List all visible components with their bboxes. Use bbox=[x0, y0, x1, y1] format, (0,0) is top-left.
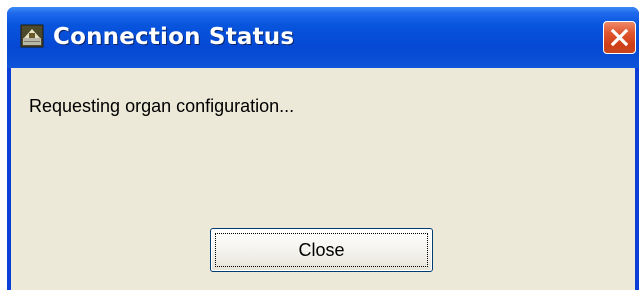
status-message: Requesting organ configuration... bbox=[29, 96, 295, 116]
dialog-body: Requesting organ configuration... Close bbox=[11, 68, 635, 290]
connection-status-window: Connection Status Requesting organ confi… bbox=[7, 7, 639, 290]
title-close-button[interactable] bbox=[603, 21, 636, 54]
close-button-label: Close bbox=[298, 240, 345, 260]
title-bar[interactable]: Connection Status bbox=[7, 7, 639, 68]
app-icon bbox=[20, 24, 44, 48]
window-title: Connection Status bbox=[53, 24, 295, 50]
close-button[interactable]: Close bbox=[210, 228, 433, 272]
